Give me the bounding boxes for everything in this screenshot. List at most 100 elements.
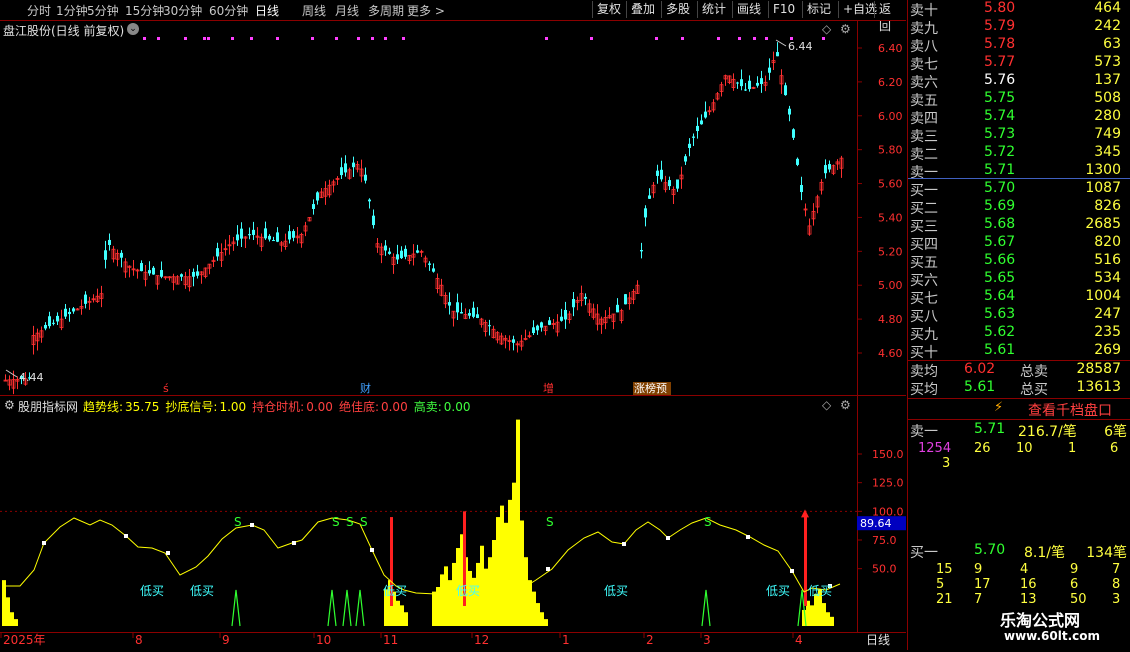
candle-body — [264, 228, 267, 239]
candle-body — [68, 311, 71, 315]
indicator-tick-label: 125.0 — [872, 477, 904, 490]
price-tick-label: 6.40 — [878, 42, 903, 55]
buy-level-row: 买五 5.66 516 — [908, 252, 1130, 271]
period-tab[interactable]: 更多 > — [407, 2, 445, 19]
period-label[interactable]: 日线 — [866, 631, 890, 648]
signal-bar — [496, 517, 500, 626]
time-axis-label: 12 — [474, 633, 489, 647]
buy1-detail-price: 5.70 — [974, 542, 1006, 558]
sell-signal-label: S — [360, 515, 368, 529]
sell-level-price: 5.73 — [984, 126, 1016, 142]
trend-node — [622, 542, 626, 546]
indicator-diamond-icon[interactable]: ◇ — [822, 398, 831, 412]
chart-area[interactable]: 6.40 6.20 6.00 5.80 5.60 5.40 5.20 5.00 4.80 4.60… — [0, 20, 906, 650]
quote-divider — [908, 419, 1130, 420]
toolbar-button[interactable]: 多股 — [661, 1, 694, 18]
candle-body — [416, 250, 419, 253]
trend-node — [124, 534, 128, 538]
indicator-tick-label: 50.0 — [872, 563, 897, 576]
buy-level-volume: 826 — [1094, 198, 1121, 214]
period-tab[interactable]: 60分钟 — [209, 2, 248, 19]
indicator-tick-label: 75.0 — [872, 534, 897, 547]
buy-level-label: 买八 — [910, 309, 938, 325]
signal-dot — [717, 37, 720, 40]
toolbar-button[interactable]: 复权 — [592, 1, 625, 18]
title-dropdown-icon[interactable]: ⌄ — [127, 23, 139, 35]
sell-level-price: 5.75 — [984, 90, 1016, 106]
toolbar-button[interactable]: 画线 — [732, 1, 765, 18]
candle-body — [368, 199, 371, 202]
watermark-url: www.60lt.com — [1004, 629, 1101, 643]
candle-body — [160, 270, 163, 277]
candle-body — [344, 163, 347, 173]
sell-level-label: 卖四 — [910, 111, 938, 127]
candle-body — [432, 268, 435, 272]
candle-body — [56, 315, 59, 322]
toolbar-button[interactable]: 叠加 — [626, 1, 659, 18]
candle-body — [72, 308, 75, 312]
sell1-queue-item: 26 — [974, 441, 991, 456]
sell-level-label: 卖九 — [910, 21, 938, 37]
kline-chart[interactable]: 6.40 6.20 6.00 5.80 5.60 5.40 5.20 5.00 4.80 4.60… — [0, 20, 906, 650]
signal-dot — [655, 37, 658, 40]
watermark: 乐淘公式网 www.60lt.com — [908, 604, 1130, 650]
candle-body — [472, 307, 475, 317]
period-tab[interactable]: 月线 — [335, 2, 359, 19]
buy-level-volume: 247 — [1094, 306, 1121, 322]
sell-level-label: 卖十 — [910, 3, 938, 19]
signal-dot — [402, 37, 405, 40]
signal-dot — [753, 37, 756, 40]
toolbar-button[interactable]: 返回 — [874, 1, 906, 33]
candle-body — [104, 250, 107, 260]
candle-body — [644, 208, 647, 218]
price-tick-label: 4.80 — [878, 313, 903, 326]
indicator-settings-icon[interactable]: ⚙ — [4, 398, 15, 412]
total-buy-label: 总买 — [1020, 382, 1048, 398]
candle-body — [364, 174, 367, 181]
buy-level-row: 买三 5.68 2685 — [908, 216, 1130, 235]
diamond-icon[interactable]: ◇ — [822, 22, 831, 36]
trend-node — [42, 541, 46, 545]
buy1-queue-item: 15 — [936, 562, 953, 577]
candle-body — [512, 339, 515, 343]
trend-node — [250, 523, 254, 527]
candle-body — [236, 234, 239, 241]
period-tab[interactable]: 日线 — [255, 2, 279, 19]
candle-body — [48, 316, 51, 327]
trend-node — [666, 536, 670, 540]
settings-icon[interactable]: ⚙ — [840, 22, 851, 36]
green-signal-triangle — [701, 589, 711, 627]
signal-bar — [504, 522, 508, 626]
period-tab[interactable]: 1分钟 — [56, 2, 88, 19]
avg-buy-price: 5.61 — [964, 379, 996, 395]
buy-level-row: 买十 5.61 269 — [908, 342, 1130, 361]
view-depth-button[interactable]: 查看千档盘口 — [1028, 400, 1112, 420]
trend-node — [292, 541, 296, 545]
period-tab[interactable]: 分时 — [27, 2, 51, 19]
candle-body — [656, 170, 659, 176]
period-tab[interactable]: 多周期 — [368, 2, 404, 19]
period-tab[interactable]: 15分钟 — [125, 2, 164, 19]
toolbar-button[interactable]: 标记 — [802, 1, 835, 18]
low-buy-label: 低买 — [604, 584, 628, 598]
price-tick-label: 5.60 — [878, 178, 903, 191]
toolbar-button[interactable]: 统计 — [697, 1, 730, 18]
candle-body — [468, 313, 471, 316]
period-tab[interactable]: 5分钟 — [87, 2, 119, 19]
signal-dot — [822, 37, 825, 40]
time-axis-label: 2025年 — [3, 633, 46, 647]
buy-level-price: 5.62 — [984, 324, 1016, 340]
period-tab[interactable]: 周线 — [302, 2, 326, 19]
avg-sell-label: 卖均 — [910, 364, 938, 380]
sell-level-price: 5.80 — [984, 0, 1016, 16]
candle-body — [52, 322, 55, 324]
candle-body — [292, 231, 295, 238]
buy-level-volume: 516 — [1094, 252, 1121, 268]
period-tab[interactable]: 30分钟 — [163, 2, 202, 19]
indicator-gear-icon[interactable]: ⚙ — [840, 398, 851, 412]
candle-body — [796, 158, 799, 165]
toolbar-button[interactable]: F10 — [768, 1, 799, 18]
signal-bar — [404, 612, 408, 626]
signal-bar — [2, 580, 6, 626]
buy1-queue-item: 6 — [1070, 577, 1079, 592]
